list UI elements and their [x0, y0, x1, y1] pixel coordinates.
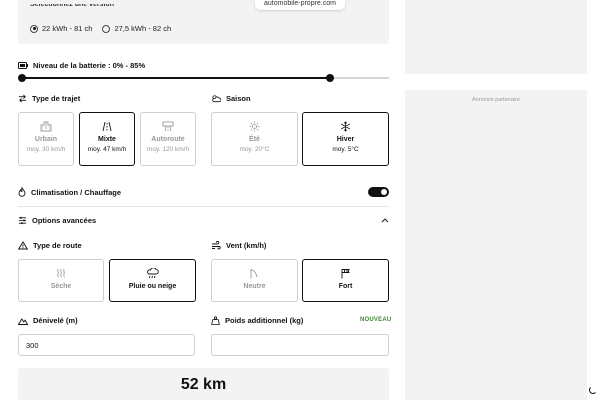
season-label: Saison: [211, 94, 251, 103]
trip-option-sub: moy. 47 km/h: [87, 146, 127, 153]
slider-rest-track: [330, 77, 389, 79]
heat-waves-icon: [19, 268, 103, 280]
flame-icon: [18, 187, 26, 197]
season-option-hiver[interactable]: Hiver moy. 5°C: [302, 112, 389, 166]
battery-label-text: Niveau de la batterie : 0% - 85%: [33, 61, 146, 70]
range-result-panel: 52 km: [18, 368, 389, 400]
wind-option-neutre[interactable]: Neutre: [211, 259, 298, 302]
building-icon: [19, 121, 73, 133]
new-badge: NOUVEAU: [360, 317, 392, 323]
ad-slot-top: [405, 0, 587, 74]
trip-option-title: Urbain: [34, 136, 58, 143]
road-option-pluie-neige[interactable]: Pluie ou neige: [109, 259, 196, 302]
radio-unchecked-icon[interactable]: [102, 24, 111, 33]
battery-slider-min-thumb[interactable]: [18, 74, 26, 82]
extra-weight-label-text: Poids additionnel (kg): [225, 316, 304, 325]
version-option-27kwh[interactable]: 27,5 kWh - 82 ch: [102, 24, 171, 33]
season-label-text: Saison: [226, 94, 251, 103]
climate-toggle[interactable]: [368, 187, 389, 197]
trip-option-urbain[interactable]: Urbain moy. 30 km/h: [18, 112, 74, 166]
mixed-road-icon: [80, 121, 134, 133]
advanced-options-header[interactable]: Options avancées: [18, 216, 96, 225]
season-option-ete[interactable]: Été moy. 20°C: [211, 112, 298, 166]
sliders-icon: [18, 216, 27, 225]
url-pill: automobile-propre.com: [255, 0, 345, 10]
version-option-label: 27,5 kWh - 82 ch: [114, 24, 172, 33]
version-option-label: 22 kWh - 81 ch: [42, 24, 93, 33]
trip-option-mixte[interactable]: Mixte moy. 47 km/h: [79, 112, 135, 166]
road-option-title: Sèche: [50, 283, 72, 290]
wind-option-fort[interactable]: Fort: [302, 259, 389, 302]
elevation-input[interactable]: [18, 334, 195, 356]
road-type-label: Type de route: [18, 241, 82, 250]
trip-option-autoroute[interactable]: Autoroute moy. 120 km/h: [140, 112, 196, 166]
trip-type-label-text: Type de trajet: [32, 94, 81, 103]
extra-weight-label: Poids additionnel (kg): [211, 316, 303, 325]
sun-cloud-icon: [212, 95, 221, 103]
trip-option-sub: moy. 120 km/h: [146, 146, 190, 153]
rain-cloud-icon: [110, 268, 195, 280]
battery-label: Niveau de la batterie : 0% - 85%: [18, 61, 145, 70]
season-option-title: Hiver: [336, 136, 355, 143]
trip-option-title: Mixte: [98, 136, 116, 143]
road-option-seche[interactable]: Sèche: [18, 259, 104, 302]
season-option-sub: moy. 5°C: [332, 146, 359, 153]
advanced-options-label: Options avancées: [32, 216, 97, 225]
sun-icon: [212, 121, 297, 133]
road-option-title: Pluie ou neige: [128, 283, 177, 290]
trip-option-title: Autoroute: [151, 136, 185, 143]
windsock-strong-icon: [303, 268, 388, 280]
ad-label: Annonce partenaire: [471, 97, 520, 103]
battery-slider-max-thumb[interactable]: [326, 74, 334, 82]
elevation-label-text: Dénivelé (m): [33, 316, 78, 325]
weight-icon: [211, 316, 220, 325]
swap-arrows-icon: [18, 94, 27, 103]
wind-label-text: Vent (km/h): [226, 241, 267, 250]
range-result-value: 52 km: [180, 376, 227, 393]
chevron-up-icon[interactable]: [381, 218, 389, 223]
battery-icon: [18, 62, 28, 69]
battery-slider-track[interactable]: [22, 77, 330, 79]
radio-checked-icon[interactable]: [30, 24, 38, 33]
wind-icon: [212, 241, 221, 250]
road-type-label-text: Type de route: [33, 241, 82, 250]
warning-triangle-icon: [18, 241, 28, 250]
version-options: 22 kWh - 81 ch 27,5 kWh - 82 ch: [30, 24, 171, 33]
season-option-title: Été: [249, 136, 260, 143]
windsock-light-icon: [212, 268, 297, 280]
wind-option-title: Fort: [338, 283, 353, 290]
snowflake-icon: [303, 121, 388, 133]
climate-label-text: Climatisation / Chauffage: [31, 187, 122, 197]
wind-label: Vent (km/h): [211, 241, 266, 250]
climate-label: Climatisation / Chauffage: [18, 187, 121, 197]
trip-type-label: Type de trajet: [18, 94, 80, 103]
trip-option-sub: moy. 30 km/h: [26, 146, 66, 153]
ad-slot-partner[interactable]: Annonce partenaire: [405, 90, 587, 400]
season-option-sub: moy. 20°C: [239, 146, 270, 153]
version-heading: Sélectionnez une version: [30, 4, 115, 8]
version-option-22kwh[interactable]: 22 kWh - 81 ch: [30, 24, 92, 33]
divider: [18, 206, 389, 207]
loading-spinner-icon: [589, 386, 597, 394]
highway-icon: [141, 121, 195, 133]
wind-option-title: Neutre: [243, 283, 266, 290]
extra-weight-input[interactable]: [211, 334, 389, 356]
elevation-label: Dénivelé (m): [18, 316, 78, 325]
mountain-icon: [18, 317, 28, 325]
